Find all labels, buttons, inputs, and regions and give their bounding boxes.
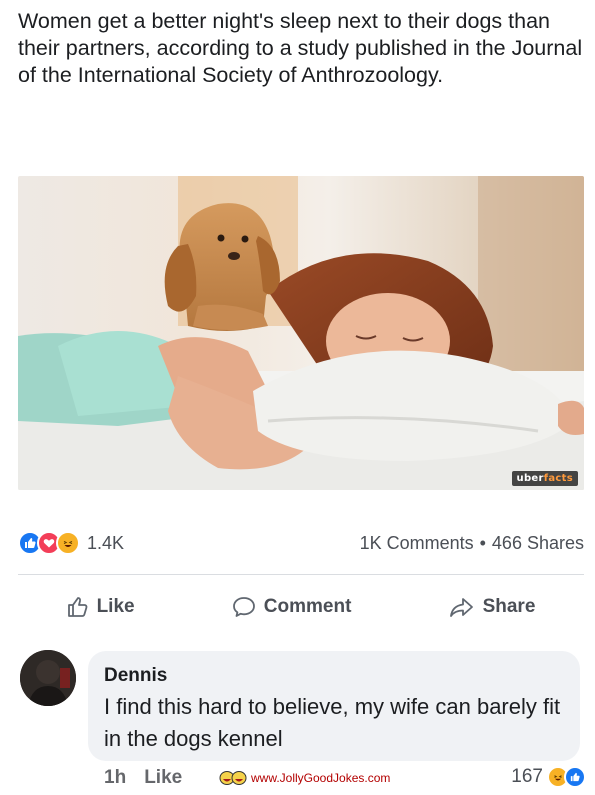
site-watermark: www.JollyGoodJokes.com xyxy=(218,770,390,786)
post-photo[interactable]: uberfacts xyxy=(18,176,584,490)
comment-button[interactable]: Comment xyxy=(232,596,352,618)
share-arrow-icon xyxy=(449,598,473,617)
comment-icon xyxy=(232,597,255,617)
post-text: Women get a better night's sleep next to… xyxy=(18,9,583,87)
share-label: Share xyxy=(482,596,536,617)
watermark-suffix: facts xyxy=(543,473,573,484)
like-icon xyxy=(564,766,586,788)
comment-time[interactable]: 1h xyxy=(104,767,126,789)
photo-illustration xyxy=(18,176,584,490)
avatar[interactable] xyxy=(20,650,76,706)
watermark-prefix: uber xyxy=(516,473,544,484)
post-actions: Like Comment Share xyxy=(18,588,584,626)
comment-meta: 1h Like xyxy=(104,767,182,789)
comment-author[interactable]: Dennis xyxy=(104,665,167,687)
comment-label: Comment xyxy=(263,596,352,617)
share-button[interactable]: Share xyxy=(449,596,536,618)
post-stats: 1.4K 1K Comments • 466 Shares xyxy=(18,530,584,556)
divider xyxy=(18,574,584,575)
stats-separator: • xyxy=(479,532,486,553)
reactions-summary[interactable]: 1.4K xyxy=(18,531,124,555)
avatar-image xyxy=(20,650,76,706)
shares-count[interactable]: 466 Shares xyxy=(492,533,584,554)
like-button[interactable]: Like xyxy=(67,596,135,618)
like-label: Like xyxy=(96,596,135,617)
comment-reactions[interactable]: 167 xyxy=(511,766,586,788)
reaction-count: 1.4K xyxy=(87,532,125,553)
thumbs-up-icon xyxy=(67,597,87,617)
comment-reaction-count: 167 xyxy=(511,766,543,787)
photo-watermark: uberfacts xyxy=(511,471,578,486)
comment-like-button[interactable]: Like xyxy=(144,767,182,789)
haha-icon xyxy=(56,531,80,555)
site-watermark-text: www.JollyGoodJokes.com xyxy=(251,771,391,785)
laughing-face-icon xyxy=(219,771,247,785)
comment-text: I find this hard to believe, my wife can… xyxy=(104,694,561,751)
comments-count[interactable]: 1K Comments xyxy=(360,533,474,554)
comment-bubble: Dennis I find this hard to believe, my w… xyxy=(88,651,580,761)
